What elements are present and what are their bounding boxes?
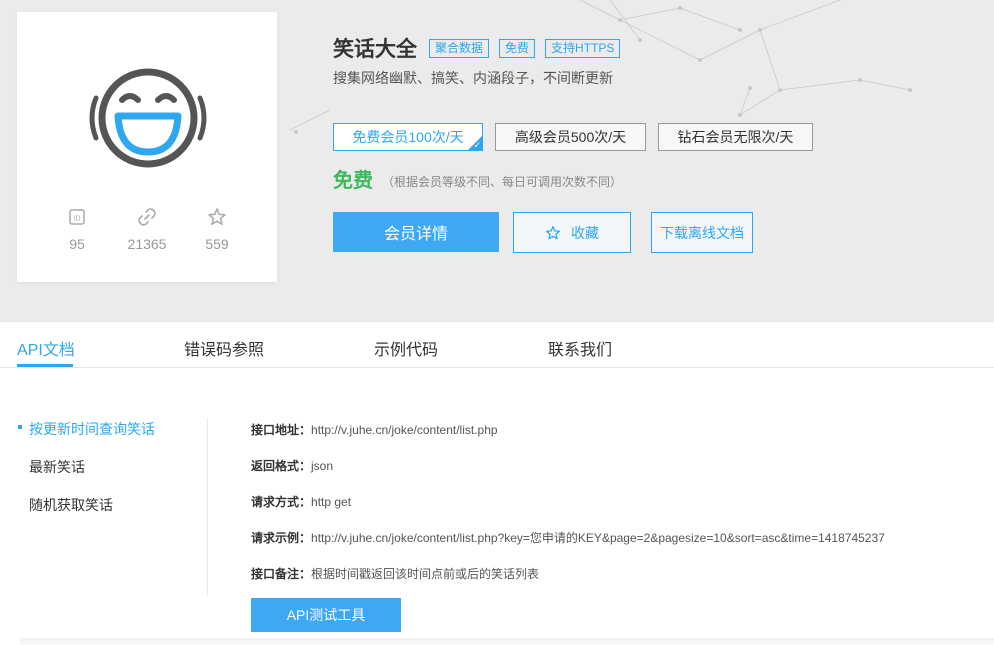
stat-id-value: 95 (69, 236, 85, 252)
detail-example-key: 请求示例： (251, 531, 312, 545)
tab-api-doc[interactable]: API文档 (17, 336, 75, 360)
detail-format-key: 返回格式： (251, 459, 312, 473)
tag-https: 支持HTTPS (545, 38, 621, 58)
star-icon (208, 208, 226, 225)
detail-method-value: http get (311, 495, 352, 509)
api-header: ID 95 21365 559 笑话大全 聚合数据 免费 支持HTTPS 搜集网… (0, 0, 994, 322)
api-description: 搜集网络幽默、搞笑、内涵段子，不间断更新 (333, 70, 613, 86)
api-title: 笑话大全 (333, 38, 417, 61)
detail-endpoint: 接口地址：http://v.juhe.cn/joke/content/list.… (251, 421, 498, 438)
api-test-tool-button[interactable]: API测试工具 (251, 598, 401, 632)
tag-source: 聚合数据 (429, 38, 490, 58)
favorite-label: 收藏 (571, 224, 599, 241)
active-bullet-icon (18, 425, 22, 429)
tab-error-codes[interactable]: 错误码参照 (184, 336, 264, 360)
stat-star: 559 (187, 206, 247, 252)
detail-example-value: http://v.juhe.cn/joke/content/list.php?k… (311, 531, 885, 545)
tab-contact-us[interactable]: 联系我们 (548, 336, 612, 360)
star-outline-icon (545, 225, 561, 239)
link-icon (138, 208, 156, 226)
plan-free[interactable]: 免费会员100次/天 ✓ (333, 123, 483, 151)
price-note: （根据会员等级不同、每日可调用次数不同） (382, 175, 623, 189)
stat-link-value: 21365 (127, 236, 167, 252)
detail-endpoint-value: http://v.juhe.cn/joke/content/list.php (311, 423, 498, 437)
plan-advanced-label: 高级会员500次/天 (514, 129, 627, 145)
bottom-divider (20, 638, 994, 645)
checkmark-icon: ✓ (473, 140, 481, 150)
detail-method-key: 请求方式： (251, 495, 312, 509)
detail-remark-key: 接口备注： (251, 567, 312, 581)
favorite-button[interactable]: 收藏 (513, 212, 631, 253)
download-doc-button[interactable]: 下载离线文档 (651, 212, 753, 253)
detail-endpoint-key: 接口地址： (251, 423, 312, 437)
plan-diamond[interactable]: 钻石会员无限次/天 (658, 123, 813, 151)
api-title-row: 笑话大全 聚合数据 免费 支持HTTPS (333, 33, 630, 63)
stat-link: 21365 (117, 206, 177, 252)
stat-star-value: 559 (205, 236, 229, 252)
plan-advanced[interactable]: 高级会员500次/天 (495, 123, 646, 151)
svg-text:ID: ID (74, 216, 81, 223)
api-info-card: ID 95 21365 559 (17, 12, 277, 282)
laughing-face-icon (89, 68, 207, 168)
stat-id: ID 95 (47, 206, 107, 252)
detail-format: 返回格式：json (251, 457, 333, 474)
detail-method: 请求方式：http get (251, 493, 351, 510)
plan-free-label: 免费会员100次/天 (352, 129, 464, 145)
id-icon: ID (69, 209, 85, 225)
tag-free: 免费 (499, 38, 536, 58)
sidebar-item-by-time[interactable]: 按更新时间查询笑话 (29, 419, 155, 439)
detail-remark: 接口备注：根据时间戳返回该时间点前或后的笑话列表 (251, 565, 539, 582)
tab-sample-code[interactable]: 示例代码 (374, 336, 438, 360)
active-tab-indicator (17, 364, 73, 367)
detail-example: 请求示例：http://v.juhe.cn/joke/content/list.… (251, 529, 885, 546)
price-label: 免费 (333, 170, 373, 192)
member-details-button[interactable]: 会员详情 (333, 212, 499, 252)
tab-bar: API文档 错误码参照 示例代码 联系我们 (0, 322, 994, 368)
detail-remark-value: 根据时间戳返回该时间点前或后的笑话列表 (311, 567, 540, 581)
plan-diamond-label: 钻石会员无限次/天 (677, 129, 794, 145)
sidebar-item-random[interactable]: 随机获取笑话 (29, 495, 113, 515)
sidebar-item-latest[interactable]: 最新笑话 (29, 457, 85, 477)
detail-format-value: json (311, 459, 334, 473)
